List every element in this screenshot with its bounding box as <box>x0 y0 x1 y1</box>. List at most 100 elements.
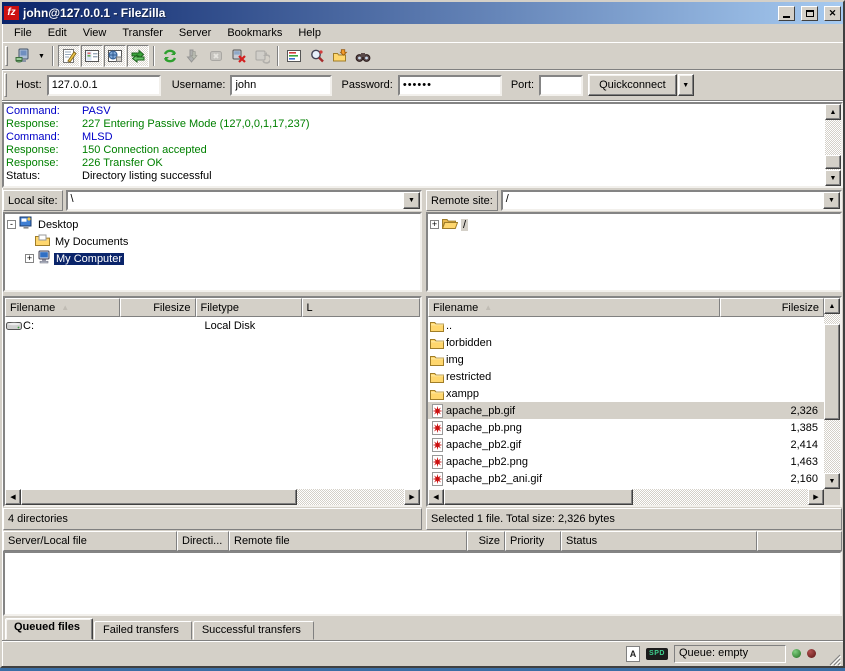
quickconnect-dropdown[interactable]: ▼ <box>678 74 694 96</box>
refresh-button[interactable] <box>159 45 181 67</box>
site-manager-icon <box>15 48 31 64</box>
close-button[interactable]: ✕ <box>824 6 841 21</box>
port-input[interactable] <box>539 75 583 96</box>
menu-transfer[interactable]: Transfer <box>114 25 171 41</box>
column-filename[interactable]: Filename▲ <box>5 298 120 317</box>
collapse-icon[interactable]: - <box>7 220 16 229</box>
queue-ok-led <box>792 649 801 658</box>
scroll-thumb[interactable] <box>21 489 297 505</box>
quickconnect-button[interactable]: Quickconnect <box>588 74 677 96</box>
scroll-right-button[interactable]: ▶ <box>404 489 420 505</box>
local-site-value: \ <box>68 192 403 209</box>
remote-file-row[interactable]: .. <box>428 317 824 334</box>
column-filename[interactable]: Filename▲ <box>428 298 720 317</box>
remote-vertical-scrollbar[interactable]: ▲ ▼ <box>824 298 840 489</box>
tree-item-root[interactable]: + / <box>430 216 840 233</box>
remote-horizontal-scrollbar[interactable]: ◀ ▶ <box>428 489 824 505</box>
maximize-button[interactable] <box>801 6 818 21</box>
scroll-left-button[interactable]: ◀ <box>428 489 444 505</box>
queue-list[interactable] <box>3 551 842 616</box>
column-remote-file[interactable]: Remote file <box>229 531 467 551</box>
folder-icon <box>428 337 446 349</box>
find-files-button[interactable] <box>352 45 374 67</box>
remote-file-row[interactable]: xampp <box>428 385 824 402</box>
synchronized-browsing-button[interactable] <box>329 45 351 67</box>
site-manager-button[interactable] <box>12 45 34 67</box>
message-log-lines: Command:PASV Response:227 Entering Passi… <box>4 104 825 186</box>
local-horizontal-scrollbar[interactable]: ◀ ▶ <box>5 489 420 505</box>
cancel-button[interactable] <box>205 45 227 67</box>
local-site-dropdown[interactable]: ▼ <box>403 192 420 209</box>
local-site-combo[interactable]: \ ▼ <box>66 190 422 211</box>
column-direction[interactable]: Directi... <box>177 531 229 551</box>
expand-icon[interactable]: + <box>430 220 439 229</box>
menu-file[interactable]: File <box>6 25 40 41</box>
log-vertical-scrollbar[interactable]: ▲ ▼ <box>825 104 841 186</box>
scroll-down-button[interactable]: ▼ <box>824 473 840 489</box>
username-input[interactable] <box>230 75 332 96</box>
close-icon: ✕ <box>829 8 837 19</box>
column-status[interactable]: Status <box>561 531 757 551</box>
scroll-down-button[interactable]: ▼ <box>825 170 841 186</box>
tree-item-my-computer[interactable]: + My Computer <box>7 250 420 267</box>
data-type-icon[interactable]: A <box>626 646 640 662</box>
remote-tree: + / <box>426 212 842 292</box>
remote-site-combo[interactable]: / ▼ <box>501 190 842 211</box>
image-file-icon <box>428 472 446 486</box>
log-line: Response:226 Transfer OK <box>6 157 823 170</box>
remote-file-row[interactable]: img <box>428 351 824 368</box>
remote-file-row[interactable]: apache_pb2.gif2,414 <box>428 436 824 453</box>
scroll-thumb[interactable] <box>444 489 633 505</box>
tree-item-my-documents[interactable]: My Documents <box>7 233 420 250</box>
tab-successful-transfers[interactable]: Successful transfers <box>193 621 314 640</box>
compare-button[interactable] <box>306 45 328 67</box>
quickconnect-grip <box>4 73 7 97</box>
remote-file-row[interactable]: restricted <box>428 368 824 385</box>
scroll-left-button[interactable]: ◀ <box>5 489 21 505</box>
local-file-row[interactable]: C: Local Disk <box>5 317 420 334</box>
column-filesize[interactable]: Filesize <box>720 298 824 317</box>
tab-failed-transfers[interactable]: Failed transfers <box>94 621 192 640</box>
resize-grip[interactable] <box>826 651 841 666</box>
scroll-right-button[interactable]: ▶ <box>808 489 824 505</box>
disconnect-button[interactable] <box>228 45 250 67</box>
speed-limit-icon[interactable]: SPD <box>646 648 668 660</box>
filter-button[interactable] <box>283 45 305 67</box>
scroll-up-button[interactable]: ▲ <box>825 104 841 120</box>
password-input[interactable] <box>398 75 502 96</box>
toggle-queue-button[interactable] <box>127 45 149 67</box>
remote-file-row[interactable]: apache_pb2.png1,463 <box>428 453 824 470</box>
column-filetype[interactable]: Filetype <box>196 298 302 317</box>
tab-queued-files[interactable]: Queued files <box>5 618 93 640</box>
menu-view[interactable]: View <box>75 25 115 41</box>
process-queue-button[interactable] <box>182 45 204 67</box>
toggle-message-log-button[interactable] <box>58 45 80 67</box>
remote-site-dropdown[interactable]: ▼ <box>823 192 840 209</box>
scroll-thumb[interactable] <box>825 155 841 169</box>
file-name: C: <box>23 320 124 332</box>
column-priority[interactable]: Priority <box>505 531 561 551</box>
minimize-button[interactable] <box>778 6 795 21</box>
remote-file-row[interactable]: forbidden <box>428 334 824 351</box>
menu-server[interactable]: Server <box>171 25 219 41</box>
expand-icon[interactable]: + <box>25 254 34 263</box>
column-server-local-file[interactable]: Server/Local file <box>3 531 177 551</box>
column-filesize[interactable]: Filesize <box>120 298 196 317</box>
menu-bookmarks[interactable]: Bookmarks <box>219 25 290 41</box>
host-input[interactable] <box>47 75 161 96</box>
scroll-thumb[interactable] <box>824 324 840 420</box>
toggle-remote-tree-button[interactable] <box>104 45 126 67</box>
toggle-local-tree-button[interactable] <box>81 45 103 67</box>
remote-file-row[interactable]: apache_pb2_ani.gif2,160 <box>428 470 824 487</box>
tree-item-desktop[interactable]: - Desktop <box>7 216 420 233</box>
compare-icon <box>309 48 325 64</box>
remote-file-row-selected[interactable]: apache_pb.gif2,326 <box>428 402 824 419</box>
scroll-up-button[interactable]: ▲ <box>824 298 840 314</box>
column-size[interactable]: Size <box>467 531 505 551</box>
menu-help[interactable]: Help <box>290 25 329 41</box>
site-manager-dropdown[interactable]: ▼ <box>35 45 48 67</box>
column-last-modified[interactable]: L <box>302 298 421 317</box>
reconnect-button[interactable] <box>251 45 273 67</box>
remote-file-row[interactable]: apache_pb.png1,385 <box>428 419 824 436</box>
menu-edit[interactable]: Edit <box>40 25 75 41</box>
